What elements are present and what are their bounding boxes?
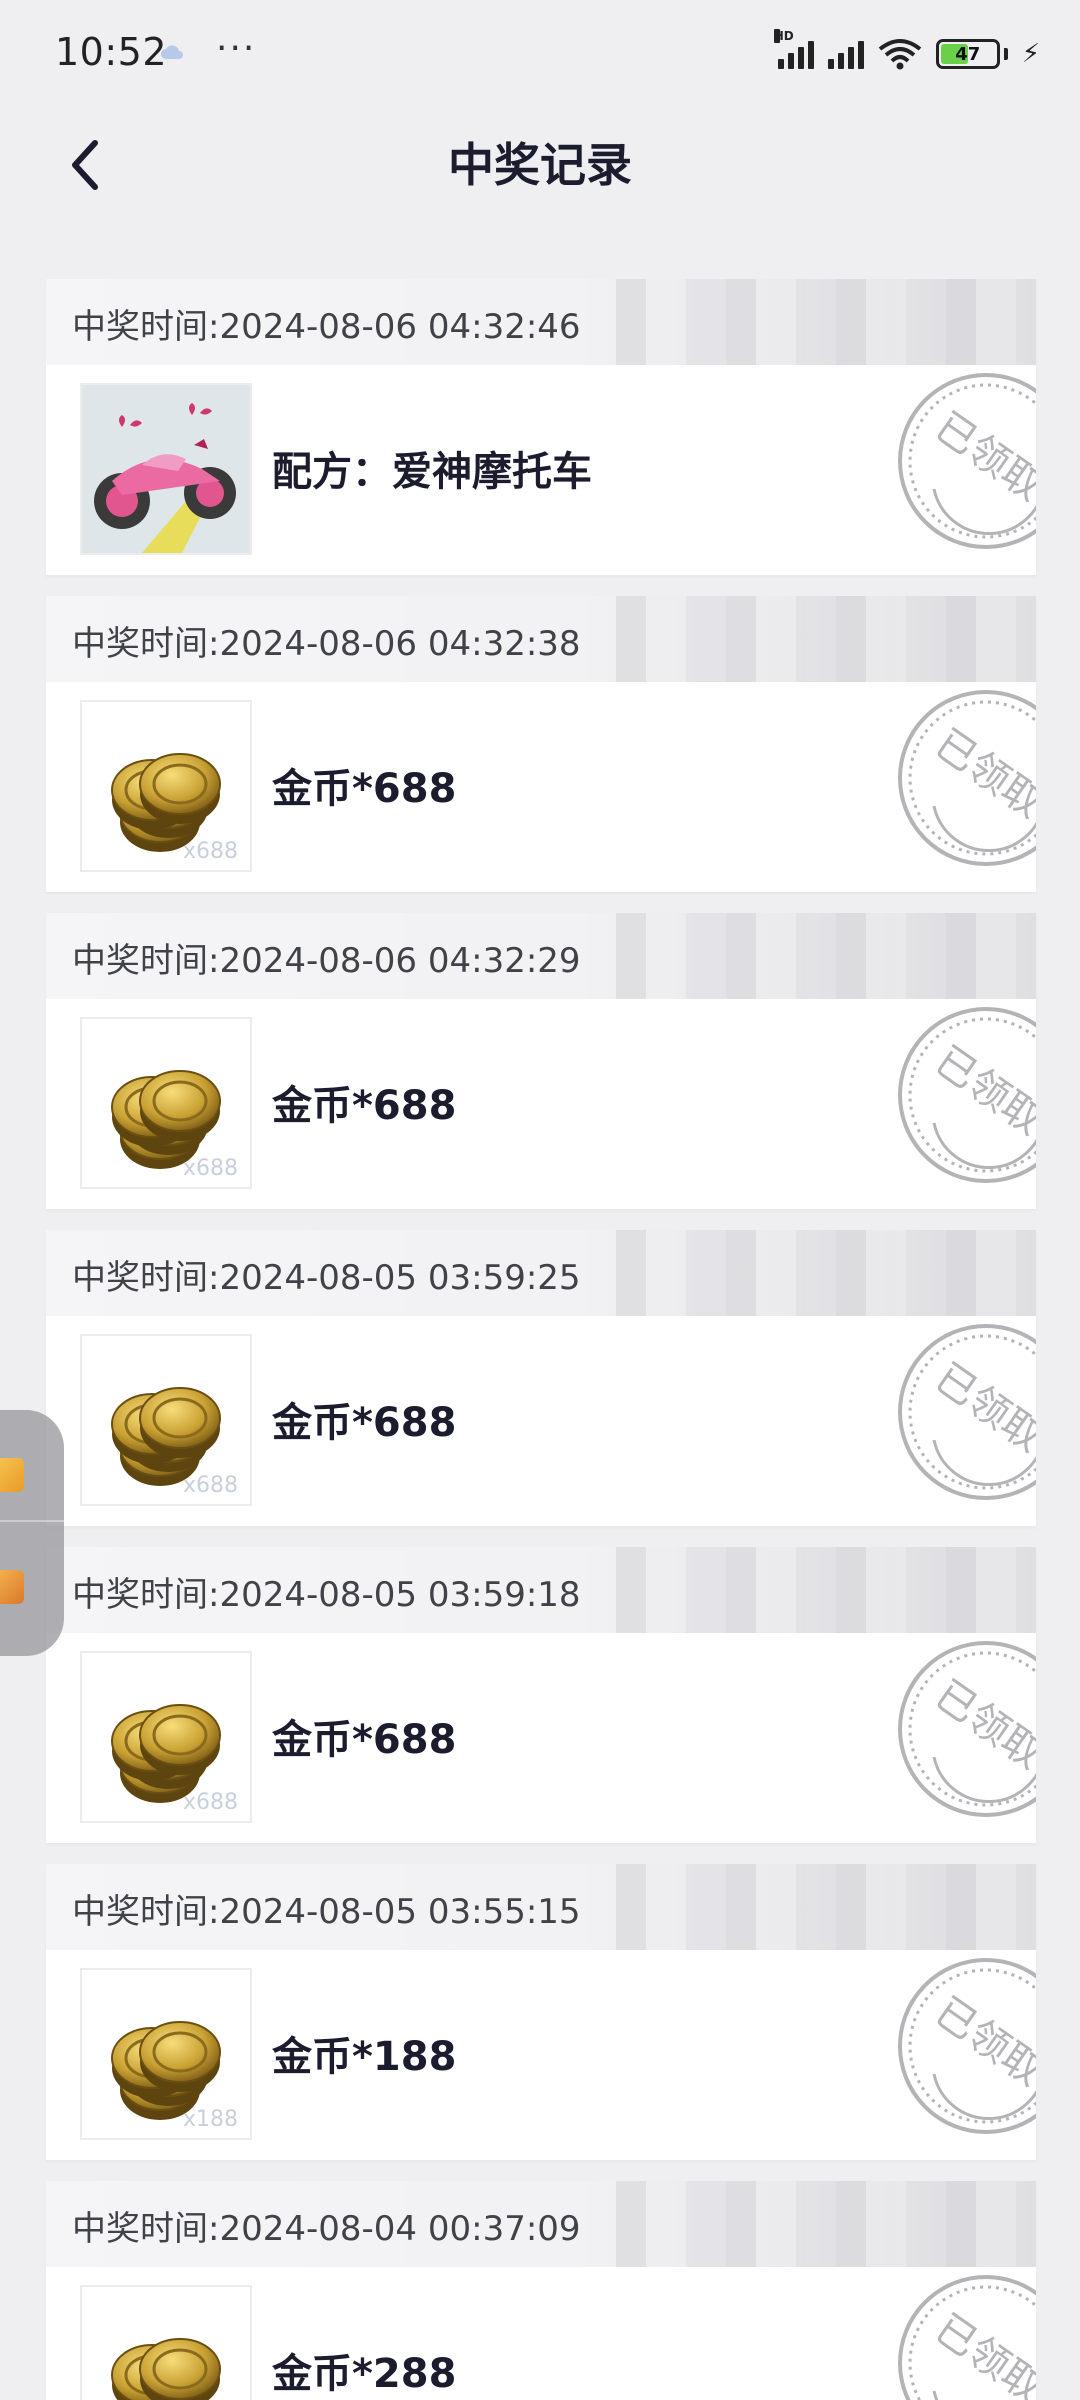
wifi-icon: [878, 39, 921, 70]
record-prize: 金币*688: [272, 766, 457, 812]
stamp-label: 已领取: [927, 404, 1036, 511]
stamp-label: 已领取: [927, 1355, 1036, 1462]
record-prize: 金币*688: [272, 1717, 457, 1763]
gold-coins-icon: x188: [80, 1968, 252, 2140]
side-widget-divider: [0, 1520, 64, 1522]
gold-coins-icon: [80, 2285, 252, 2400]
record-prize: 金币*688: [272, 1400, 457, 1446]
record-header: 中奖时间:2024-08-05 03:55:15: [46, 1864, 1036, 1950]
floating-side-widget[interactable]: [0, 1410, 64, 1656]
stamp-label: 已领取: [927, 2306, 1036, 2400]
record-card[interactable]: 中奖时间:2024-08-06 04:32:29 x688 金币*688 已领取: [46, 913, 1036, 1209]
record-header: 中奖时间:2024-08-05 03:59:25: [46, 1230, 1036, 1316]
notification-dots: ···: [216, 28, 257, 69]
status-icons: HD 47 ⚡: [773, 29, 1040, 74]
record-time: 中奖时间:2024-08-06 04:32:29: [72, 941, 581, 981]
page-header: 中奖记录: [0, 110, 1080, 260]
record-card[interactable]: 中奖时间:2024-08-05 03:55:15 x188 金币*188 已领取: [46, 1864, 1036, 2160]
claimed-stamp: 已领取: [894, 2271, 1036, 2400]
record-prize: 金币*688: [272, 1083, 457, 1129]
charging-bolt-icon: ⚡: [1021, 39, 1040, 69]
thumb-quantity: x688: [182, 1473, 238, 1498]
stamp-label: 已领取: [927, 1038, 1036, 1145]
battery-icon: 47: [935, 39, 1000, 69]
claimed-stamp: 已领取: [894, 1954, 1036, 2138]
record-time: 中奖时间:2024-08-06 04:32:46: [72, 307, 581, 347]
record-card[interactable]: 中奖时间:2024-08-06 04:32:46 配方：爱神摩托车 已领取: [46, 279, 1036, 575]
record-prize: 金币*288: [272, 2351, 457, 2397]
record-card[interactable]: 中奖时间:2024-08-05 03:59:25 x688 金币*688 已领取: [46, 1230, 1036, 1526]
thumb-quantity: x188: [182, 2107, 238, 2132]
claimed-stamp: 已领取: [894, 1637, 1036, 1821]
side-widget-top-icon[interactable]: [0, 1458, 24, 1492]
page-title: 中奖记录: [448, 138, 632, 192]
record-time: 中奖时间:2024-08-05 03:59:18: [72, 1575, 581, 1615]
stamp-label: 已领取: [927, 721, 1036, 828]
record-header: 中奖时间:2024-08-04 00:37:09: [46, 2181, 1036, 2267]
record-prize: 配方：爱神摩托车: [272, 449, 592, 495]
battery-tip: [1003, 48, 1008, 60]
thumb-quantity: x688: [182, 1156, 238, 1181]
record-card[interactable]: 中奖时间:2024-08-05 03:59:18 x688 金币*688 已领取: [46, 1547, 1036, 1843]
thumb-quantity: x688: [182, 1790, 238, 1815]
claimed-stamp: 已领取: [894, 369, 1036, 553]
stamp-label: 已领取: [927, 1989, 1036, 2096]
record-card[interactable]: 中奖时间:2024-08-06 04:32:38 x688 金币*688 已领取: [46, 596, 1036, 892]
signal-icon: [827, 39, 864, 69]
claimed-stamp: 已领取: [894, 1003, 1036, 1187]
record-prize: 金币*188: [272, 2034, 457, 2080]
record-card[interactable]: 中奖时间:2024-08-04 00:37:09 金币*288 已领取: [46, 2181, 1036, 2400]
gold-coins-icon: x688: [80, 1651, 252, 1823]
record-header: 中奖时间:2024-08-06 04:32:46: [46, 279, 1036, 365]
record-time: 中奖时间:2024-08-06 04:32:38: [72, 624, 581, 664]
record-header: 中奖时间:2024-08-05 03:59:18: [46, 1547, 1036, 1633]
battery-percent: 47: [955, 43, 981, 65]
cloud-icon: [161, 45, 183, 59]
status-time: 10:52: [55, 30, 168, 74]
record-header: 中奖时间:2024-08-06 04:32:29: [46, 913, 1036, 999]
signal-hd-icon: HD: [773, 29, 814, 69]
side-widget-bottom-icon[interactable]: [0, 1570, 24, 1604]
gold-coins-icon: x688: [80, 1334, 252, 1506]
claimed-stamp: 已领取: [894, 686, 1036, 870]
stamp-label: 已领取: [927, 1672, 1036, 1779]
gold-coins-icon: x688: [80, 1017, 252, 1189]
record-list[interactable]: 中奖时间:2024-08-06 04:32:46 配方：爱神摩托车 已领取 中奖时间:…: [46, 279, 1036, 2400]
record-time: 中奖时间:2024-08-04 00:37:09: [72, 2209, 581, 2249]
record-time: 中奖时间:2024-08-05 03:59:25: [72, 1258, 581, 1298]
claimed-stamp: 已领取: [894, 1320, 1036, 1504]
hd-label: HD: [773, 29, 794, 43]
record-header: 中奖时间:2024-08-06 04:32:38: [46, 596, 1036, 682]
motorcycle-icon: [80, 383, 252, 555]
gold-coins-icon: x688: [80, 700, 252, 872]
thumb-quantity: x688: [182, 839, 238, 864]
status-bar: 10:52 ··· HD 47 ⚡: [0, 0, 1080, 110]
record-time: 中奖时间:2024-08-05 03:55:15: [72, 1892, 581, 1932]
